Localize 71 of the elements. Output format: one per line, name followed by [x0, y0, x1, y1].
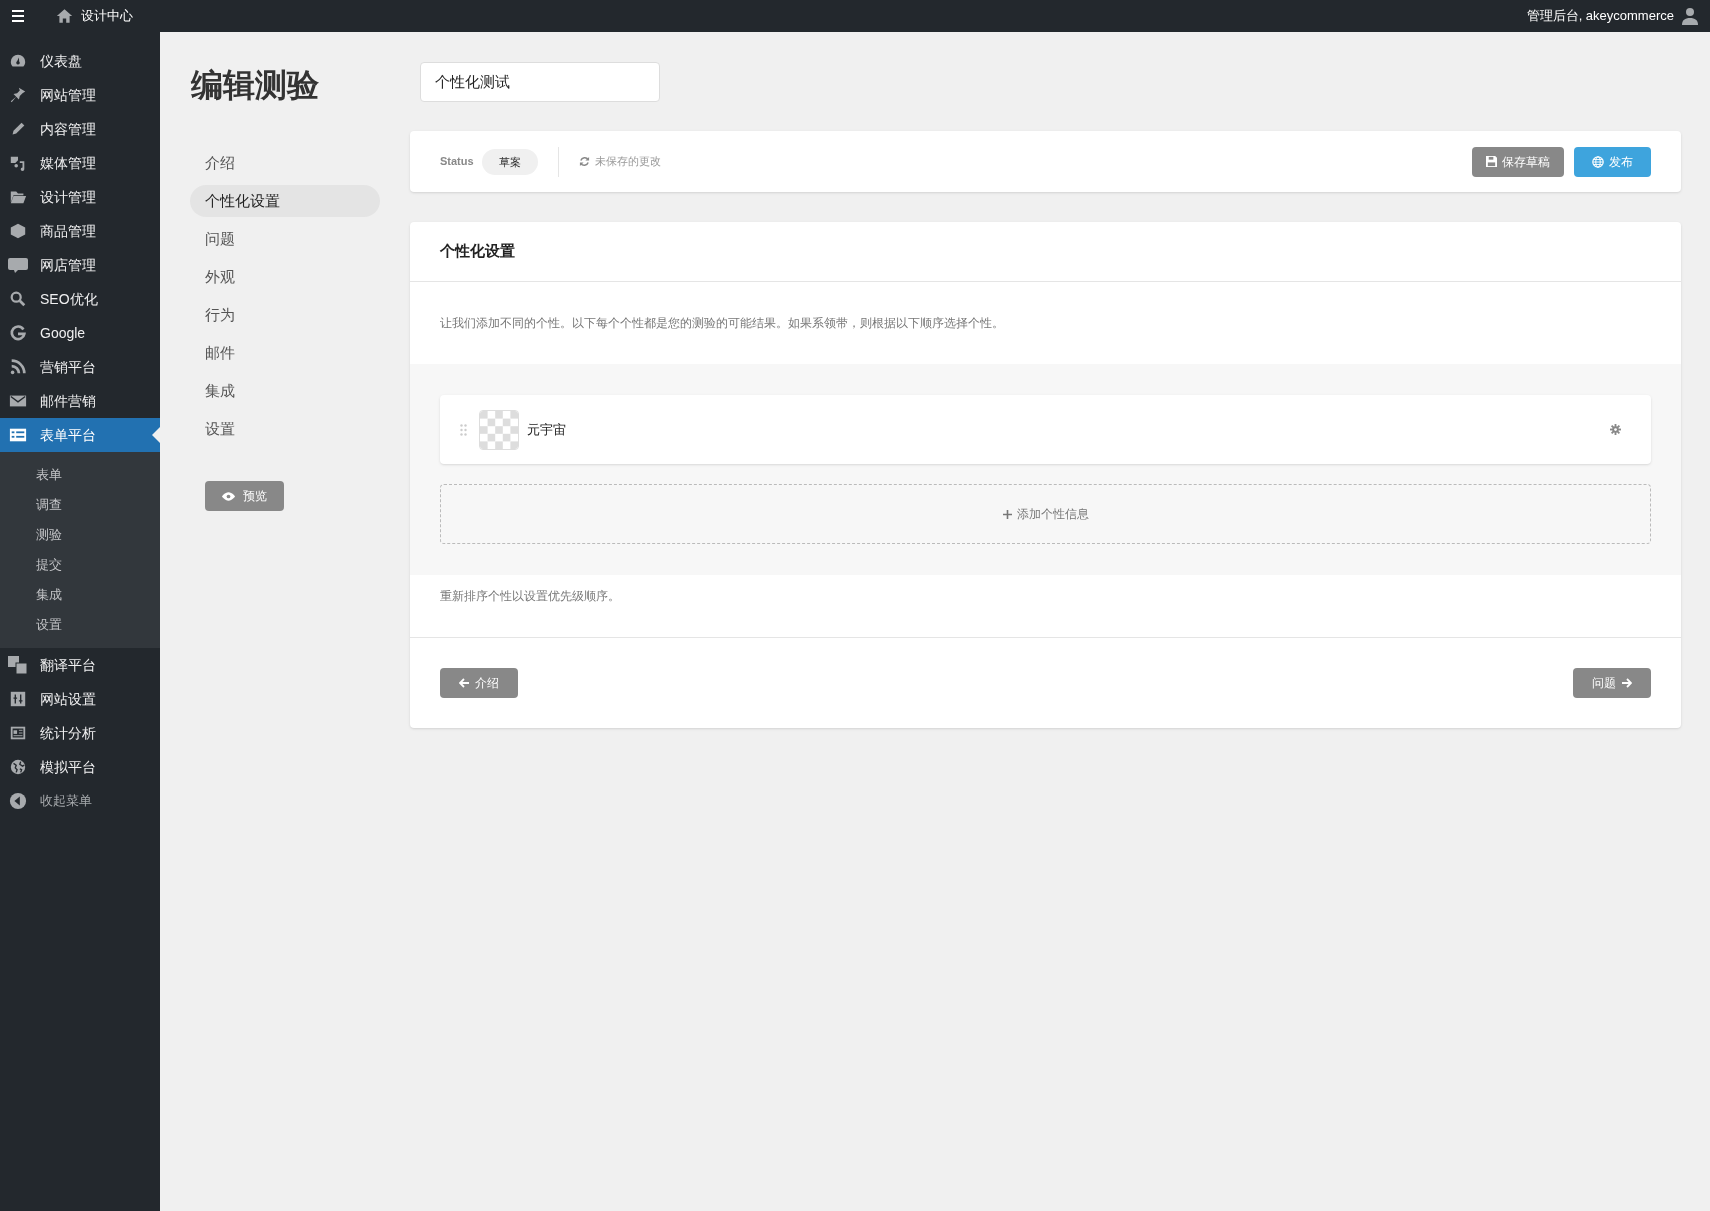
- sidebar-item[interactable]: 统计分析: [0, 716, 160, 750]
- unsaved-changes-status: 未保存的更改: [578, 153, 661, 170]
- step-tab[interactable]: 邮件: [190, 337, 380, 369]
- sidebar-item[interactable]: 网站管理: [0, 78, 160, 112]
- sidebar-item[interactable]: 设计管理: [0, 180, 160, 214]
- sidebar-item[interactable]: 内容管理: [0, 112, 160, 146]
- right-arrow-icon: [1621, 678, 1632, 688]
- submenu-item[interactable]: 提交: [0, 550, 160, 580]
- page-title: 编辑测验: [191, 66, 320, 105]
- submenu-item[interactable]: 调查: [0, 490, 160, 520]
- sidebar-item[interactable]: 邮件营销: [0, 384, 160, 418]
- sidebar-item[interactable]: 营销平台: [0, 350, 160, 384]
- sidebar-item[interactable]: 媒体管理: [0, 146, 160, 180]
- globe-icon: [9, 758, 27, 776]
- status-label: Status: [440, 154, 474, 170]
- submenu-item[interactable]: 设置: [0, 610, 160, 640]
- previous-step-button[interactable]: 介绍: [440, 668, 518, 698]
- sidebar-item[interactable]: 表单平台: [0, 418, 160, 452]
- collapse-menu-button[interactable]: 收起菜单: [0, 784, 160, 818]
- next-step-button[interactable]: 问题: [1573, 668, 1651, 698]
- search-icon: [9, 290, 27, 308]
- sidebar-item[interactable]: 模拟平台: [0, 750, 160, 784]
- current-menu-pointer: [152, 427, 160, 443]
- personality-card[interactable]: 元宇宙: [440, 395, 1651, 464]
- globe-icon: [1592, 155, 1604, 168]
- sliders-icon: [9, 690, 27, 708]
- box-icon: [9, 222, 27, 240]
- menu-icon[interactable]: [12, 10, 24, 22]
- site-link[interactable]: 设计中心: [56, 6, 133, 26]
- sidebar-item[interactable]: 翻译平台: [0, 648, 160, 682]
- panel-title: 个性化设置: [440, 241, 515, 262]
- sidebar-item[interactable]: 网店管理: [0, 248, 160, 282]
- save-draft-button[interactable]: 保存草稿: [1472, 146, 1564, 177]
- image-placeholder-icon: [479, 409, 519, 450]
- eye-icon: [222, 491, 235, 501]
- step-tab[interactable]: 问题: [190, 223, 380, 255]
- submenu-item[interactable]: 表单: [0, 460, 160, 490]
- quiz-name-field[interactable]: 个性化测试: [420, 62, 660, 102]
- sidebar-item[interactable]: Google: [0, 316, 160, 350]
- step-tab[interactable]: 集成: [190, 375, 380, 407]
- plus-icon: [1002, 509, 1012, 519]
- left-arrow-icon: [459, 678, 470, 688]
- submenu-item[interactable]: 测验: [0, 520, 160, 550]
- panel-description: 让我们添加不同的个性。以下每个个性都是您的测验的可能结果。如果系领带，则根据以下顺序选择个性。: [440, 315, 1004, 332]
- step-tab[interactable]: 介绍: [190, 147, 380, 179]
- user-icon: [1682, 7, 1698, 25]
- home-icon: [56, 8, 73, 24]
- submenu-item[interactable]: 集成: [0, 580, 160, 610]
- add-personality-button[interactable]: 添加个性信息: [440, 484, 1651, 544]
- account-link[interactable]: 管理后台, akeycommerce: [1526, 6, 1698, 26]
- save-icon: [1486, 156, 1497, 167]
- sidebar-item[interactable]: SEO优化: [0, 282, 160, 316]
- sidebar-item[interactable]: 网站设置: [0, 682, 160, 716]
- left-arrow-circle-icon: [9, 792, 27, 810]
- pin-icon: [9, 86, 27, 104]
- step-tab[interactable]: 外观: [190, 261, 380, 293]
- personality-name: 元宇宙: [527, 420, 567, 439]
- sidebar-item[interactable]: 商品管理: [0, 214, 160, 248]
- preview-button[interactable]: 预览: [205, 481, 284, 511]
- reorder-hint: 重新排序个性以设置优先级顺序。: [440, 588, 620, 605]
- settings-icon[interactable]: [1610, 424, 1621, 435]
- drag-handle-icon: [460, 423, 467, 436]
- step-tab[interactable]: 行为: [190, 299, 380, 331]
- step-tab[interactable]: 个性化设置: [190, 185, 380, 217]
- refresh-icon: [578, 156, 590, 167]
- sidebar-item[interactable]: 仪表盘: [0, 44, 160, 78]
- step-tab[interactable]: 设置: [190, 413, 380, 445]
- form-icon: [9, 426, 27, 444]
- rss-icon: [9, 358, 27, 376]
- status-badge: 草案: [481, 148, 538, 175]
- g-letter-icon: [9, 324, 27, 342]
